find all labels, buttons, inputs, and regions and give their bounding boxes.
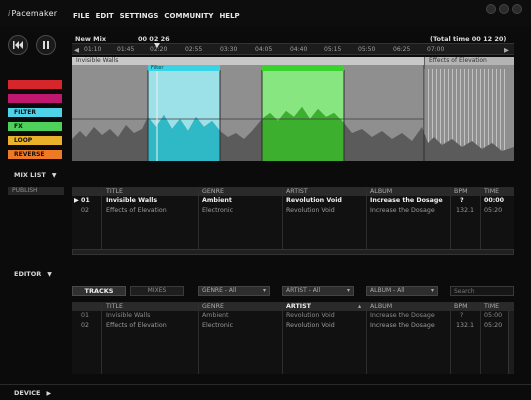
- rewind-button[interactable]: [8, 35, 28, 55]
- column-divider: [198, 302, 199, 374]
- menu-community[interactable]: COMMUNITY: [164, 12, 213, 20]
- sidebar-item-publish[interactable]: PUBLISH: [8, 187, 64, 195]
- minimize-icon[interactable]: [486, 4, 496, 14]
- fx-segment[interactable]: [262, 65, 344, 71]
- ruler-tick: 07:00: [427, 46, 445, 53]
- menu-help[interactable]: HELP: [219, 12, 239, 20]
- scroll-left-icon[interactable]: ◀: [74, 46, 79, 54]
- column-genre[interactable]: GENRE: [202, 187, 224, 196]
- genre-filter-dropdown[interactable]: GENRE - All ▾: [198, 286, 270, 296]
- column-bpm[interactable]: BPM: [454, 187, 468, 196]
- mix-name: New Mix: [75, 35, 107, 43]
- chevron-down-icon: ▾: [430, 287, 434, 294]
- maximize-icon[interactable]: [499, 4, 509, 14]
- ruler-tick: 05:50: [358, 46, 376, 53]
- column-divider: [480, 302, 481, 374]
- scroll-right-icon[interactable]: ▶: [504, 46, 509, 54]
- device-section[interactable]: DEVICE ▶: [14, 389, 51, 397]
- column-divider: [450, 302, 451, 374]
- album-filter-dropdown[interactable]: ALBUM - All ▾: [366, 286, 438, 296]
- chevron-down-icon: ▾: [346, 287, 350, 294]
- column-time[interactable]: TIME: [484, 302, 499, 311]
- track-header-1[interactable]: Invisible Walls: [72, 57, 424, 65]
- editor-tracks-table: TITLE GENRE ARTIST ▴ ALBUM BPM TIME 01 I…: [72, 302, 514, 374]
- column-divider: [282, 302, 283, 374]
- column-genre[interactable]: GENRE: [202, 302, 224, 311]
- tab-tracks[interactable]: TRACKS: [72, 286, 126, 296]
- column-divider: [366, 302, 367, 374]
- column-divider: [101, 187, 102, 249]
- mix-list-section[interactable]: MIX LIST ▼: [14, 171, 56, 179]
- timeline-ruler[interactable]: ◀ 01:10 01:45 02:20 02:55 03:30 04:05 04…: [72, 43, 514, 55]
- effect-button-filter[interactable]: FILTER: [8, 108, 62, 117]
- chevron-down-icon: ▾: [262, 287, 266, 294]
- editor-section[interactable]: EDITOR ▼: [14, 270, 52, 278]
- waveform: [72, 57, 514, 161]
- menu-bar: FILE EDIT SETTINGS COMMUNITY HELP: [73, 12, 240, 20]
- column-divider: [101, 302, 102, 374]
- menu-edit[interactable]: EDIT: [96, 12, 114, 20]
- table-row[interactable]: 02 Effects of Elevation Electronic Revol…: [72, 321, 514, 331]
- current-time: 00 02 26: [138, 35, 170, 43]
- ruler-tick: 02:55: [185, 46, 203, 53]
- column-artist[interactable]: ARTIST: [286, 187, 308, 196]
- ruler-tick: 01:10: [84, 46, 102, 53]
- artist-filter-dropdown[interactable]: ARTIST - All ▾: [282, 286, 354, 296]
- effect-button-fx[interactable]: FX: [8, 122, 62, 131]
- search-input[interactable]: [450, 286, 514, 296]
- column-time[interactable]: TIME: [484, 187, 499, 196]
- column-divider: [198, 187, 199, 249]
- total-time: (Total time 00 12 20): [430, 35, 507, 43]
- playhead-marker-icon[interactable]: [154, 43, 160, 48]
- chevron-down-icon: ▼: [51, 172, 57, 179]
- column-title[interactable]: TITLE: [106, 302, 123, 311]
- column-divider: [480, 187, 481, 249]
- column-album[interactable]: ALBUM: [370, 187, 392, 196]
- sort-ascending-icon[interactable]: ▴: [358, 302, 361, 311]
- app-logo: iPacemaker: [8, 9, 58, 18]
- waveform-lanes[interactable]: Invisible Walls Effects of Elevation Fil…: [72, 57, 514, 161]
- rewind-to-start-icon: [13, 41, 23, 49]
- effect-button-reverse[interactable]: REVERSE: [8, 150, 62, 159]
- horizontal-scrollbar[interactable]: [72, 249, 514, 255]
- table-row[interactable]: ▶ 01 Invisible Walls Ambient Revolution …: [72, 196, 514, 206]
- ruler-tick: 04:05: [255, 46, 273, 53]
- table-header: TITLE GENRE ARTIST ALBUM BPM TIME: [72, 187, 514, 196]
- ruler-tick: 03:30: [220, 46, 238, 53]
- effect-button-loop[interactable]: LOOP: [8, 136, 62, 145]
- chevron-right-icon: ▶: [46, 390, 52, 397]
- menu-settings[interactable]: SETTINGS: [120, 12, 159, 20]
- table-row[interactable]: 01 Invisible Walls Ambient Revolution Vo…: [72, 311, 514, 321]
- column-divider: [450, 187, 451, 249]
- column-album[interactable]: ALBUM: [370, 302, 392, 311]
- tab-mixes[interactable]: MIXES: [130, 286, 184, 296]
- ruler-tick: 04:40: [290, 46, 308, 53]
- ruler-tick: 01:45: [117, 46, 135, 53]
- pause-button[interactable]: [36, 35, 56, 55]
- pause-icon: [43, 41, 49, 49]
- track-header-2[interactable]: Effects of Elevation: [425, 57, 514, 65]
- column-divider: [282, 187, 283, 249]
- ruler-tick: 05:15: [324, 46, 342, 53]
- effect-button-red[interactable]: [8, 80, 62, 89]
- divider: [0, 384, 531, 385]
- vertical-scrollbar[interactable]: [508, 311, 514, 374]
- menu-file[interactable]: FILE: [73, 12, 90, 20]
- table-row[interactable]: 02 Effects of Elevation Electronic Revol…: [72, 206, 514, 216]
- column-title[interactable]: TITLE: [106, 187, 123, 196]
- column-bpm[interactable]: BPM: [454, 302, 468, 311]
- effect-button-magenta[interactable]: [8, 94, 62, 103]
- close-icon[interactable]: [512, 4, 522, 14]
- chevron-down-icon: ▼: [47, 271, 52, 278]
- now-playing-icon: ▶: [74, 197, 79, 204]
- column-artist-sorted[interactable]: ARTIST: [286, 302, 311, 311]
- table-header: TITLE GENRE ARTIST ▴ ALBUM BPM TIME: [72, 302, 514, 311]
- filter-segment[interactable]: Filter: [148, 65, 220, 71]
- ruler-tick: 06:25: [393, 46, 411, 53]
- column-divider: [366, 187, 367, 249]
- title-bar: iPacemaker FILE EDIT SETTINGS COMMUNITY …: [0, 0, 531, 26]
- mix-list-table: TITLE GENRE ARTIST ALBUM BPM TIME ▶ 01 I…: [72, 187, 514, 255]
